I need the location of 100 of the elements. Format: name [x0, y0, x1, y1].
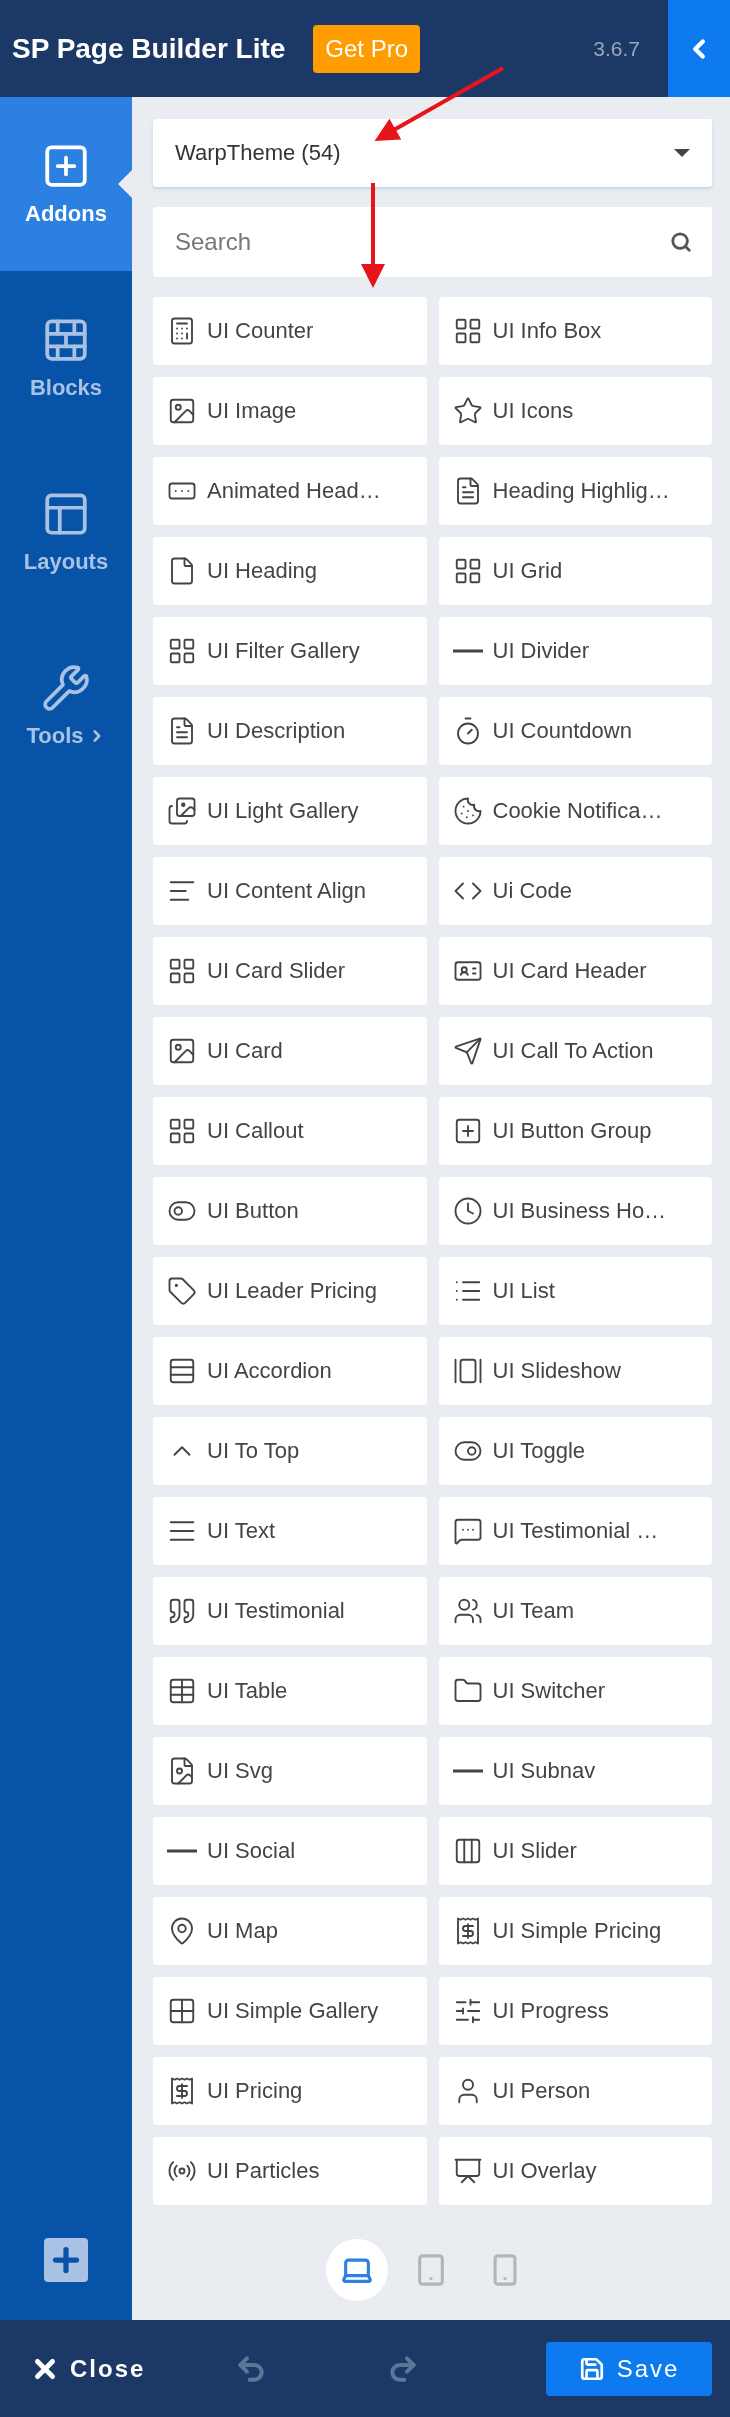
addon-item[interactable]: UI Accordion: [153, 1337, 427, 1405]
app-title: SP Page Builder Lite: [12, 32, 286, 65]
presentation-icon: [452, 2156, 483, 2186]
addon-item[interactable]: UI Social: [153, 1817, 427, 1885]
addon-item[interactable]: Ui Code: [438, 857, 712, 925]
addon-label: Ui Code: [492, 878, 572, 904]
addon-item[interactable]: UI Content Align: [153, 857, 427, 925]
addon-item[interactable]: UI Slideshow: [438, 1337, 712, 1405]
addon-item[interactable]: UI Testimonial: [153, 1577, 427, 1645]
addon-label: UI Image: [207, 398, 297, 424]
addon-item[interactable]: UI Icons: [438, 377, 712, 445]
addon-item[interactable]: Cookie Notifica…: [438, 777, 712, 845]
addon-item[interactable]: UI Switcher: [438, 1657, 712, 1725]
addon-item[interactable]: UI Grid: [438, 537, 712, 605]
addon-item[interactable]: UI Image: [153, 377, 427, 445]
addon-label: Animated Head…: [207, 478, 381, 504]
addon-item[interactable]: UI List: [438, 1257, 712, 1325]
addon-item[interactable]: UI Button Group: [438, 1097, 712, 1165]
clock-icon: [452, 1196, 483, 1226]
addon-item[interactable]: UI Particles: [153, 2137, 427, 2205]
addon-item[interactable]: UI Pricing: [153, 2057, 427, 2125]
addon-label: UI Card Header: [492, 958, 647, 984]
cookie-icon: [452, 796, 483, 826]
addon-item[interactable]: UI Toggle: [438, 1417, 712, 1485]
addon-label: UI To Top: [207, 1438, 300, 1464]
dash-icon: [452, 1769, 483, 1773]
addon-item[interactable]: Animated Head…: [153, 457, 427, 525]
tab-label: Layouts: [23, 549, 109, 575]
addon-item[interactable]: UI Slider: [438, 1817, 712, 1885]
rows-icon: [167, 1356, 197, 1386]
grid-icon: [167, 956, 197, 986]
category-dropdown[interactable]: WarpTheme (54): [153, 119, 712, 187]
addon-item[interactable]: UI Description: [153, 697, 427, 765]
addon-item[interactable]: UI Testimonial …: [438, 1497, 712, 1565]
addon-item[interactable]: UI Counter: [153, 297, 427, 365]
sidebar-tab[interactable]: Layouts: [0, 445, 132, 619]
addon-item[interactable]: UI Countdown: [438, 697, 712, 765]
addon-label: UI Accordion: [207, 1358, 332, 1384]
addon-item[interactable]: UI Leader Pricing: [153, 1257, 427, 1325]
addon-item[interactable]: UI Card Header: [438, 937, 712, 1005]
addon-item[interactable]: UI To Top: [153, 1417, 427, 1485]
dash-icon: [167, 1849, 197, 1853]
addon-item[interactable]: UI Overlay: [438, 2137, 712, 2205]
addon-item[interactable]: UI Divider: [438, 617, 712, 685]
addon-item[interactable]: UI Text: [153, 1497, 427, 1565]
save-button[interactable]: Save: [546, 2341, 712, 2396]
addon-item[interactable]: UI Business Ho…: [438, 1177, 712, 1245]
collapse-button[interactable]: [668, 0, 730, 97]
add-button[interactable]: [44, 2238, 88, 2282]
people-icon: [452, 1596, 483, 1626]
addon-label: UI Grid: [492, 558, 563, 584]
addon-item[interactable]: UI Info Box: [438, 297, 712, 365]
addon-item[interactable]: UI Subnav: [438, 1737, 712, 1805]
addon-label: UI Content Align: [207, 878, 366, 904]
addon-item[interactable]: UI Call To Action: [438, 1017, 712, 1085]
addon-item[interactable]: UI Heading: [153, 537, 427, 605]
addon-label: UI Slider: [492, 1838, 577, 1864]
addon-item[interactable]: UI Light Gallery: [153, 777, 427, 845]
addon-label: UI Description: [207, 718, 346, 744]
close-button[interactable]: Close: [30, 2353, 146, 2384]
addon-item[interactable]: UI Card Slider: [153, 937, 427, 1005]
sidebar-tab[interactable]: Addons: [0, 97, 132, 271]
sidebar-tab[interactable]: Blocks: [0, 271, 132, 445]
addon-label: UI Text: [207, 1518, 276, 1544]
addon-label: UI Card Slider: [207, 958, 346, 984]
wrench-icon: [41, 663, 91, 713]
addon-label: Heading Highlig…: [492, 478, 670, 504]
dash-icon: [452, 649, 483, 653]
addon-item[interactable]: UI Simple Pricing: [438, 1897, 712, 1965]
image-icon: [167, 396, 197, 426]
addon-item[interactable]: UI Callout: [153, 1097, 427, 1165]
addon-item[interactable]: Heading Highlig…: [438, 457, 712, 525]
search-field[interactable]: Search: [153, 207, 712, 277]
addon-label: UI Leader Pricing: [207, 1278, 377, 1304]
addon-item[interactable]: UI Progress: [438, 1977, 712, 2045]
addon-label: UI Table: [207, 1678, 288, 1704]
grid-icon: [167, 636, 197, 666]
addon-label: UI Info Box: [492, 318, 602, 344]
addon-item[interactable]: UI Team: [438, 1577, 712, 1645]
addon-item[interactable]: UI Button: [153, 1177, 427, 1245]
addon-item[interactable]: UI Map: [153, 1897, 427, 1965]
addon-label: UI Business Ho…: [492, 1198, 667, 1224]
addon-item[interactable]: UI Table: [153, 1657, 427, 1725]
gallery-icon: [452, 1356, 483, 1386]
addon-label: UI Switcher: [492, 1678, 605, 1704]
addon-label: UI Slideshow: [492, 1358, 621, 1384]
speech-bubble-icon: [452, 1516, 483, 1546]
addon-label: UI Simple Gallery: [207, 1998, 379, 2024]
addon-item[interactable]: UI Card: [153, 1017, 427, 1085]
addon-item[interactable]: UI Filter Gallery: [153, 617, 427, 685]
addon-item[interactable]: UI Svg: [153, 1737, 427, 1805]
addon-item[interactable]: UI Simple Gallery: [153, 1977, 427, 2045]
addon-label: UI Divider: [492, 638, 590, 664]
save-icon: [578, 2355, 605, 2382]
grid-icon: [167, 1116, 197, 1146]
tab-label: Addons: [25, 201, 107, 227]
version-number: 3.6.7: [593, 36, 640, 61]
addon-item[interactable]: UI Person: [438, 2057, 712, 2125]
sidebar-tab[interactable]: Tools: [0, 619, 132, 793]
grid-icon: [167, 1996, 197, 2026]
